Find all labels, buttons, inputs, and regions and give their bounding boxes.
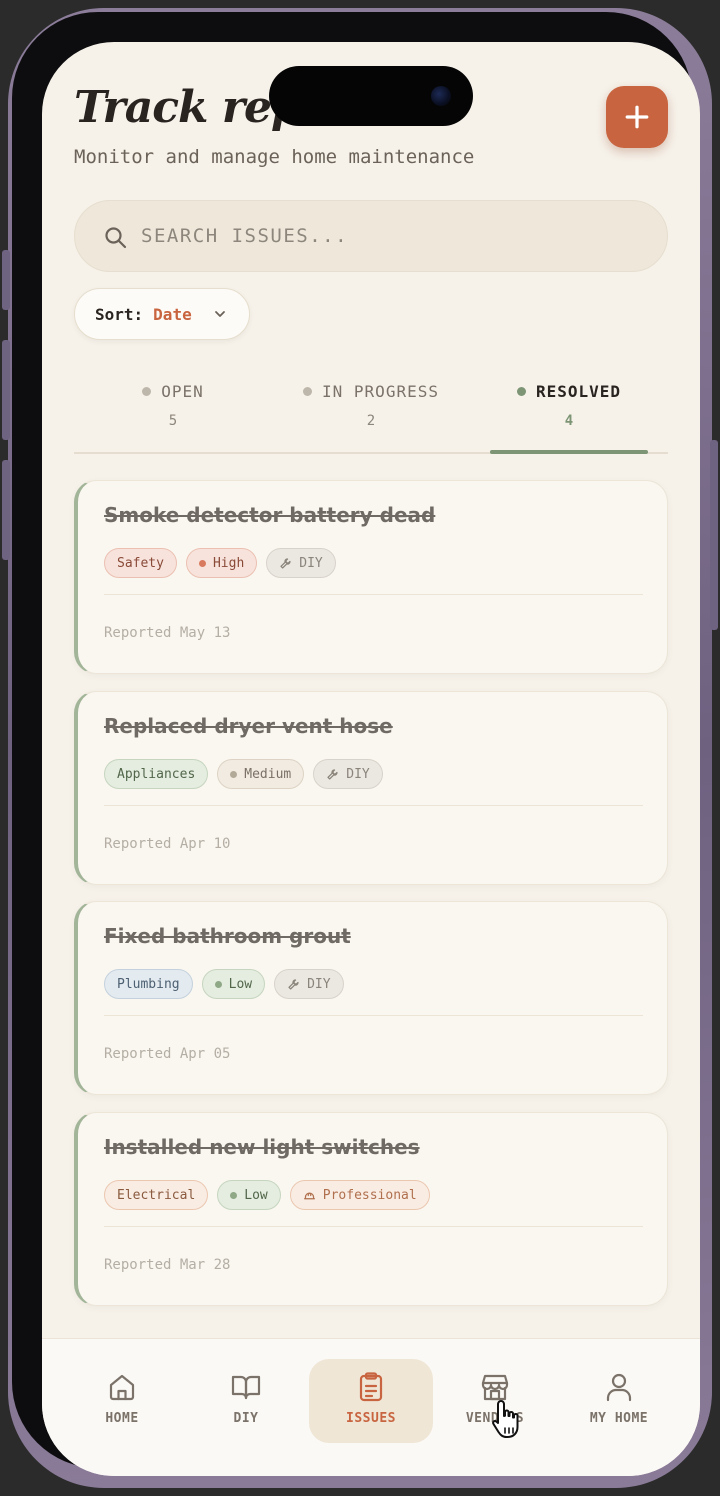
phone-power-button [710, 440, 718, 630]
issue-card[interactable]: Replaced dryer vent hose Appliances Medi… [74, 691, 668, 885]
phone-bezel: Track repairs Monitor and manage home ma… [12, 12, 700, 1476]
priority-dot [214, 980, 222, 988]
home-icon [109, 1374, 135, 1401]
tag-label: Low [228, 976, 253, 992]
issue-tags: Electrical Low Professional [104, 1180, 430, 1210]
tab-count: 5 [168, 413, 178, 429]
add-issue-button[interactable] [606, 86, 668, 148]
tab-count: 2 [366, 413, 376, 429]
tab-open[interactable]: OPEN 5 [74, 372, 272, 452]
nav-diy[interactable]: DIY [184, 1359, 308, 1443]
tab-in-progress[interactable]: IN PROGRESS 2 [272, 372, 470, 452]
card-divider [104, 594, 643, 595]
nav-label: HOME [105, 1411, 139, 1426]
nav-label: MY HOME [589, 1411, 649, 1426]
priority-tag: Low [201, 969, 266, 999]
phone-action-button [2, 250, 10, 310]
clipboard-icon [359, 1372, 383, 1402]
nav-home[interactable]: HOME [60, 1359, 184, 1443]
category-tag: Appliances [104, 759, 209, 789]
tag-label: High [212, 555, 245, 571]
card-divider [104, 805, 643, 806]
wrench-icon [280, 557, 291, 569]
status-dot [303, 387, 313, 396]
search-bar[interactable] [74, 200, 668, 272]
issue-title: Replaced dryer vent hose [104, 714, 393, 738]
nav-label: DIY [233, 1411, 259, 1426]
dynamic-island [269, 66, 473, 126]
hard-hat-icon [303, 1191, 315, 1199]
camera-icon [431, 86, 451, 106]
reported-date: Reported Mar 28 [104, 1257, 231, 1273]
active-tab-indicator [490, 450, 648, 454]
sort-label: Sort: [95, 304, 144, 324]
category-tag: Electrical [104, 1180, 209, 1210]
handler-tag: DIY [266, 548, 336, 578]
book-icon [231, 1375, 261, 1400]
issue-title: Smoke detector battery dead [104, 503, 436, 527]
sort-value: Date [153, 304, 192, 324]
user-icon [606, 1373, 632, 1402]
app-screen: Track repairs Monitor and manage home ma… [42, 42, 700, 1476]
tag-label: Electrical [117, 1187, 196, 1203]
priority-dot [230, 770, 238, 778]
tag-label: Low [244, 1187, 268, 1203]
tab-label: OPEN [161, 382, 204, 401]
issue-tags: Safety High DIY [104, 548, 336, 578]
tag-label: DIY [299, 555, 323, 571]
reported-date: Reported May 13 [104, 625, 231, 641]
issue-title: Fixed bathroom grout [104, 924, 351, 948]
search-input[interactable] [141, 201, 641, 271]
wrench-icon [288, 978, 299, 990]
wrench-icon [327, 768, 338, 780]
card-divider [104, 1015, 643, 1016]
issue-tags: Plumbing Low DIY [104, 969, 344, 999]
search-icon [105, 227, 127, 249]
nav-my-home[interactable]: MY HOME [557, 1359, 681, 1443]
handler-tag: Professional [289, 1180, 430, 1210]
tag-label: DIY [307, 976, 331, 992]
priority-tag: Low [217, 1180, 281, 1210]
issue-title: Installed new light switches [104, 1135, 420, 1159]
category-tag: Plumbing [104, 969, 193, 999]
category-tag: Safety [104, 548, 177, 578]
sort-dropdown[interactable]: Sort: Date [74, 288, 250, 340]
tag-label: DIY [346, 766, 370, 782]
tab-label: IN PROGRESS [322, 382, 439, 401]
tab-label: RESOLVED [535, 382, 622, 401]
issue-card[interactable]: Smoke detector battery dead Safety High … [74, 480, 668, 674]
tag-label: Plumbing [117, 976, 180, 992]
status-tabs: OPEN 5 IN PROGRESS 2 RESOLVED 4 [74, 372, 668, 454]
priority-tag: Medium [217, 759, 305, 789]
priority-dot [230, 1191, 238, 1199]
page-subtitle: Monitor and manage home maintenance [74, 146, 475, 168]
priority-dot [198, 559, 206, 567]
issue-card[interactable]: Installed new light switches Electrical … [74, 1112, 668, 1306]
nav-label: ISSUES [346, 1411, 396, 1426]
phone-volume-up-button [2, 340, 10, 440]
reported-date: Reported Apr 10 [104, 836, 231, 852]
hand-pointer-cursor-icon [492, 1400, 519, 1438]
bottom-nav: HOME DIY ISSUES VENDORS MY HOME [42, 1338, 700, 1476]
priority-tag: High [185, 548, 258, 578]
status-dot [516, 387, 526, 396]
tab-count: 4 [564, 413, 574, 429]
plus-icon [625, 105, 649, 129]
status-dot [142, 387, 152, 396]
chevron-down-icon [215, 311, 225, 317]
phone-volume-down-button [2, 460, 10, 560]
issue-tags: Appliances Medium DIY [104, 759, 383, 789]
issue-card[interactable]: Fixed bathroom grout Plumbing Low DIY Re… [74, 901, 668, 1095]
handler-tag: DIY [274, 969, 344, 999]
card-divider [104, 1226, 643, 1227]
tag-label: Medium [244, 766, 292, 782]
nav-issues[interactable]: ISSUES [309, 1359, 433, 1443]
tag-label: Safety [117, 555, 164, 571]
reported-date: Reported Apr 05 [104, 1046, 231, 1062]
tag-label: Professional [322, 1187, 417, 1203]
tab-resolved[interactable]: RESOLVED 4 [470, 372, 668, 452]
handler-tag: DIY [313, 759, 383, 789]
tag-label: Appliances [117, 766, 196, 782]
